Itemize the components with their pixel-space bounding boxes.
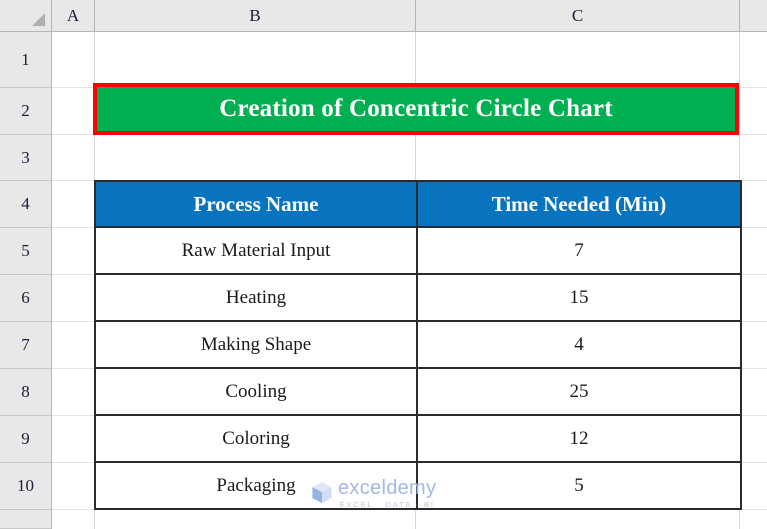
select-all-button[interactable] [0, 0, 52, 31]
table-row[interactable]: Packaging 5 [94, 461, 742, 510]
column-header-process-name[interactable]: Process Name [94, 180, 418, 228]
title-banner-text: Creation of Concentric Circle Chart [219, 95, 613, 122]
row-header-5[interactable]: 5 [0, 228, 51, 275]
cell-process-name[interactable]: Raw Material Input [94, 226, 418, 275]
excel-worksheet: Creation of Concentric Circle Chart Proc… [0, 0, 767, 529]
row-header-9[interactable]: 9 [0, 416, 51, 463]
cell-time-needed[interactable]: 7 [416, 226, 742, 275]
title-banner[interactable]: Creation of Concentric Circle Chart [93, 83, 739, 135]
column-header-b[interactable]: B [95, 0, 416, 31]
cell-process-name[interactable]: Coloring [94, 414, 418, 463]
cell-time-needed[interactable]: 15 [416, 273, 742, 322]
cell-time-needed[interactable]: 12 [416, 414, 742, 463]
table-row[interactable]: Making Shape 4 [94, 320, 742, 369]
cell-process-name[interactable]: Making Shape [94, 320, 418, 369]
row-header-7[interactable]: 7 [0, 322, 51, 369]
cell-time-needed[interactable]: 4 [416, 320, 742, 369]
table-row[interactable]: Heating 15 [94, 273, 742, 322]
row-header-3[interactable]: 3 [0, 135, 51, 181]
row-header-11[interactable] [0, 510, 51, 529]
table-row[interactable]: Cooling 25 [94, 367, 742, 416]
table-body: Raw Material Input 7 Heating 15 Making S… [94, 226, 742, 510]
column-header-c[interactable]: C [416, 0, 740, 31]
select-all-triangle-icon [32, 13, 45, 26]
row-header-6[interactable]: 6 [0, 275, 51, 322]
cell-time-needed[interactable]: 25 [416, 367, 742, 416]
table-header-row: Process Name Time Needed (Min) [94, 180, 742, 228]
row-header-8[interactable]: 8 [0, 369, 51, 416]
row-header-1[interactable]: 1 [0, 32, 51, 88]
column-header-time-needed[interactable]: Time Needed (Min) [416, 180, 742, 228]
row-header-10[interactable]: 10 [0, 463, 51, 510]
cell-process-name[interactable]: Cooling [94, 367, 418, 416]
table-row[interactable]: Coloring 12 [94, 414, 742, 463]
cell-process-name[interactable]: Heating [94, 273, 418, 322]
process-time-table: Process Name Time Needed (Min) Raw Mater… [94, 180, 742, 510]
column-header-bar: A B C [0, 0, 767, 32]
row-header-4[interactable]: 4 [0, 181, 51, 228]
table-row[interactable]: Raw Material Input 7 [94, 226, 742, 275]
column-header-a[interactable]: A [52, 0, 95, 31]
row-header-bar: 1 2 3 4 5 6 7 8 9 10 [0, 32, 52, 529]
cell-time-needed[interactable]: 5 [416, 461, 742, 510]
row-header-2[interactable]: 2 [0, 88, 51, 135]
cell-process-name[interactable]: Packaging [94, 461, 418, 510]
